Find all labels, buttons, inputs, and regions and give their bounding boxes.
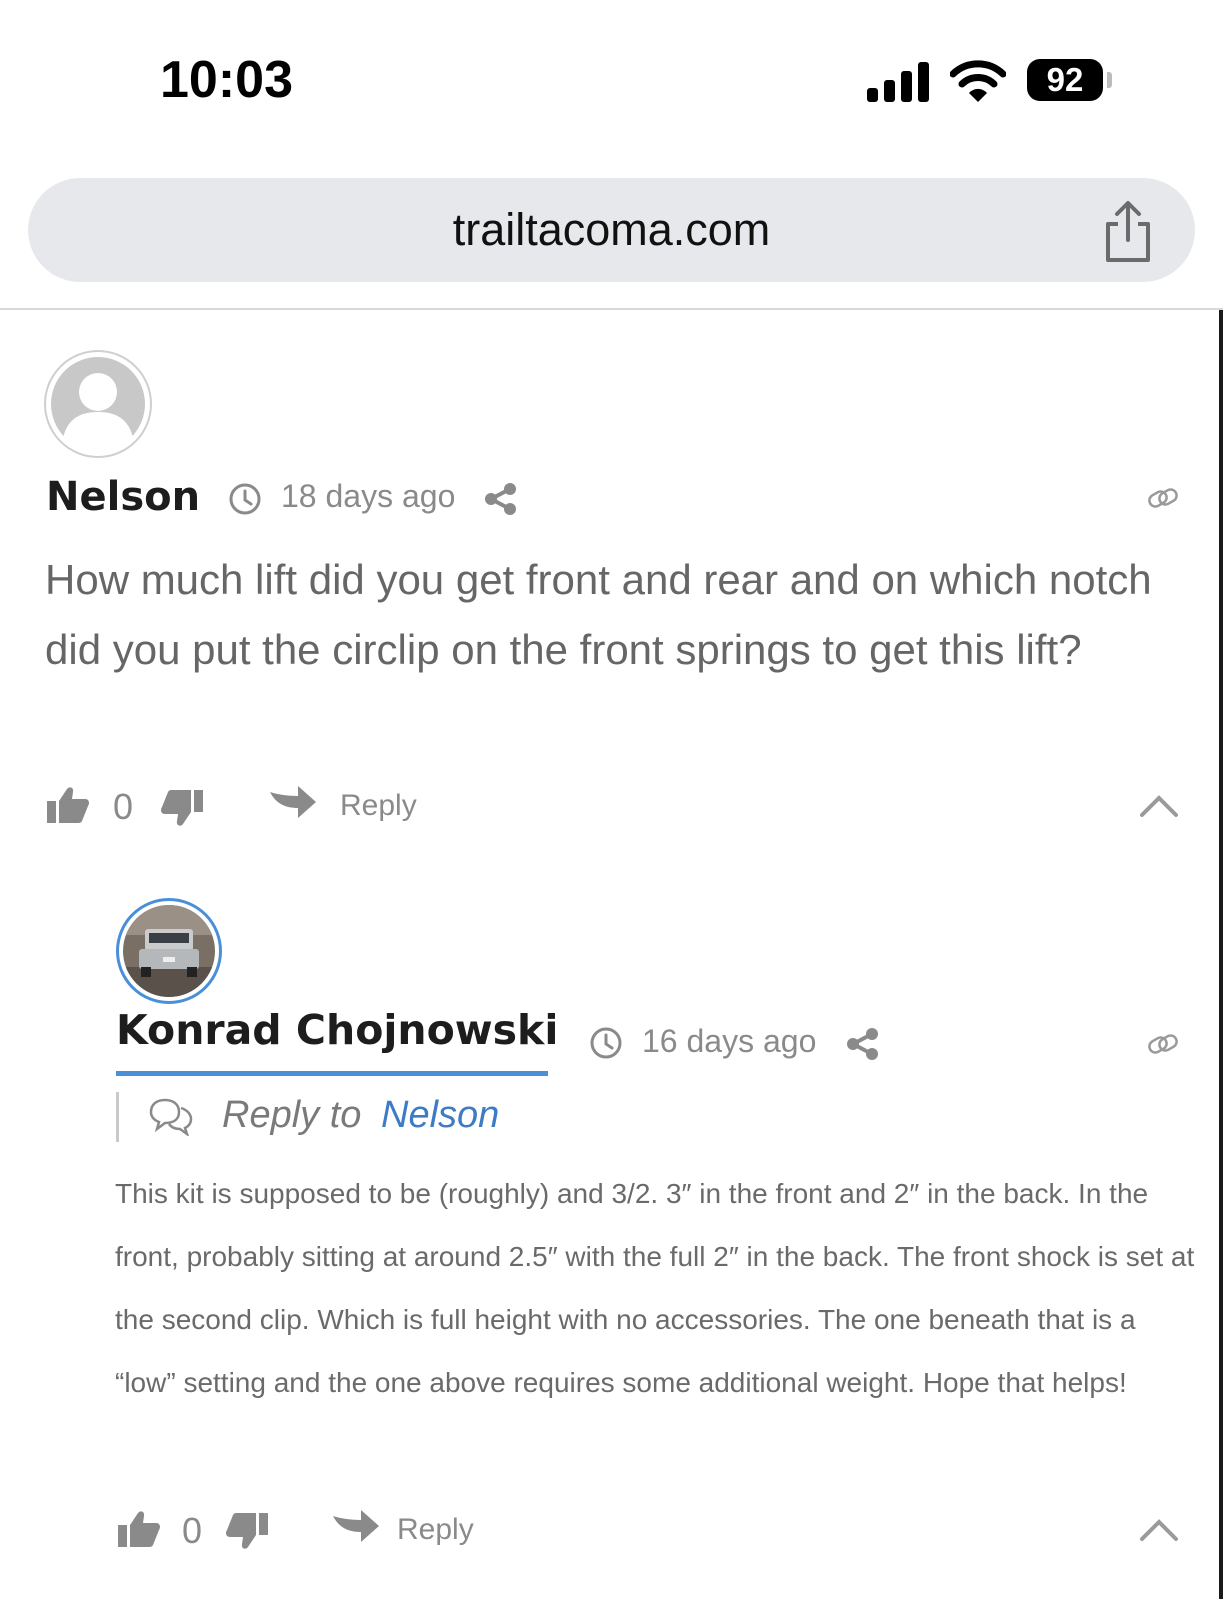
thumbs-up-icon[interactable] bbox=[45, 785, 91, 825]
reply-to-label: Reply to bbox=[222, 1094, 362, 1136]
comment-author[interactable]: Konrad Chojnowski bbox=[116, 1006, 558, 1054]
vote-count: 0 bbox=[113, 786, 134, 827]
thumbs-down-icon[interactable] bbox=[159, 788, 205, 828]
reply-button[interactable]: Reply bbox=[397, 1513, 474, 1547]
reply-button[interactable]: Reply bbox=[340, 789, 417, 823]
comment-timestamp[interactable]: 16 days ago bbox=[642, 1023, 816, 1060]
comment-timestamp[interactable]: 18 days ago bbox=[281, 478, 455, 515]
wifi-icon bbox=[950, 60, 1006, 102]
permalink-icon[interactable] bbox=[1146, 484, 1180, 512]
thumbs-up-icon[interactable] bbox=[116, 1509, 162, 1549]
reply-to-link[interactable]: Nelson bbox=[381, 1094, 499, 1137]
battery-level: 92 bbox=[1046, 61, 1084, 98]
scroll-edge bbox=[1219, 310, 1223, 1599]
collapse-chevron-up-icon[interactable] bbox=[1139, 1518, 1179, 1542]
share-comment-icon[interactable] bbox=[845, 1027, 881, 1061]
avatar-konrad[interactable] bbox=[116, 898, 222, 1004]
battery-cap bbox=[1107, 72, 1112, 88]
clock-icon bbox=[590, 1027, 622, 1059]
reply-arrow-icon[interactable] bbox=[268, 784, 318, 824]
permalink-icon[interactable] bbox=[1146, 1030, 1180, 1058]
comment-body: How much lift did you get front and rear… bbox=[45, 556, 1152, 673]
vote-count: 0 bbox=[182, 1510, 203, 1551]
share-comment-icon[interactable] bbox=[483, 482, 519, 516]
speech-bubbles-icon bbox=[149, 1098, 193, 1136]
reply-to-bar bbox=[116, 1092, 119, 1142]
avatar-default[interactable] bbox=[44, 350, 152, 458]
url-text: trailtacoma.com bbox=[452, 204, 771, 255]
cellular-signal-icon bbox=[867, 62, 931, 102]
author-underline bbox=[116, 1071, 548, 1076]
clock-icon bbox=[229, 483, 261, 515]
address-bar[interactable]: trailtacoma.com bbox=[28, 178, 1195, 282]
comment-author[interactable]: Nelson bbox=[46, 474, 200, 520]
truck-photo bbox=[123, 905, 215, 997]
comment-body: This kit is supposed to be (roughly) and… bbox=[115, 1178, 1195, 1398]
share-icon[interactable] bbox=[1100, 200, 1156, 264]
status-time: 10:03 bbox=[160, 51, 293, 109]
reply-arrow-icon[interactable] bbox=[331, 1508, 381, 1548]
thumbs-down-icon[interactable] bbox=[224, 1511, 270, 1551]
user-silhouette-icon bbox=[51, 357, 145, 454]
battery-indicator: 92 bbox=[1027, 59, 1103, 101]
toolbar-divider bbox=[0, 308, 1223, 310]
collapse-chevron-up-icon[interactable] bbox=[1139, 794, 1179, 818]
